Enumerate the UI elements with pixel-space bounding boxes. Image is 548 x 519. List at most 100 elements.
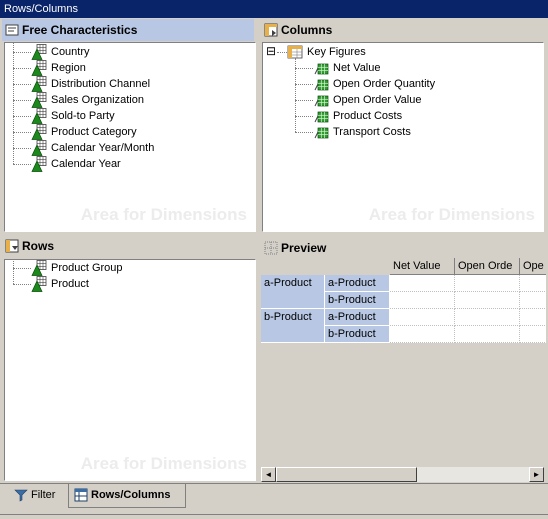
tree-connector <box>13 68 31 69</box>
tree-connector-vertical <box>13 43 14 164</box>
tree-connector <box>295 84 313 85</box>
tree-connector <box>13 100 31 101</box>
scroll-left-arrow-icon: ◄ <box>264 470 273 479</box>
preview-header: Preview <box>261 237 546 259</box>
tree-connector <box>13 132 31 133</box>
characteristics-icon <box>5 24 19 36</box>
tree-connector <box>295 100 313 101</box>
preview-data-cell[interactable] <box>390 326 455 343</box>
row-dimension-item-label: Product Group <box>51 262 123 274</box>
preview-data-cell[interactable] <box>520 326 546 343</box>
key-figure-icon <box>314 63 329 75</box>
preview-column-header: Open Orde <box>455 258 520 275</box>
rows-header: Rows <box>2 235 254 257</box>
tree-connector <box>295 132 313 133</box>
key-figure-icon <box>314 111 329 123</box>
key-figure-icon <box>314 79 329 91</box>
preview-data-cell[interactable] <box>520 275 546 292</box>
rows-area[interactable]: Product Group Product Area for Dimensions <box>4 259 256 481</box>
key-figure-item-label: Net Value <box>333 62 381 74</box>
characteristic-item-label: Sold-to Party <box>51 110 115 122</box>
tree-connector <box>13 52 31 53</box>
dimension-icon <box>31 140 47 156</box>
key-figure-item-label: Transport Costs <box>333 126 411 138</box>
columns-icon <box>264 23 278 37</box>
tree-connector-vertical <box>13 260 14 284</box>
columns-area[interactable]: ⊟ Key Figures Net Value Open Order Quantity… <box>262 42 544 232</box>
columns-header: Columns <box>261 19 546 41</box>
dimension-icon <box>31 92 47 108</box>
rows-icon <box>5 239 19 253</box>
characteristic-item-label: Distribution Channel <box>51 78 151 90</box>
preview-grid-icon <box>264 241 278 255</box>
tree-connector <box>295 116 313 117</box>
tree-connector <box>277 52 287 53</box>
free-characteristics-area[interactable]: Country Region Distribution Channel Sales O… <box>4 42 256 232</box>
preview-row-header: a-Product <box>325 309 390 326</box>
collapse-toggle[interactable]: ⊟ <box>265 45 277 57</box>
bottom-border <box>0 514 548 519</box>
characteristic-item-label: Calendar Year/Month <box>51 142 155 154</box>
scroll-right-arrow-icon: ► <box>532 470 541 479</box>
characteristic-item-label: Country <box>51 46 90 58</box>
scroll-right-button[interactable]: ► <box>529 467 544 482</box>
tree-connector <box>13 268 31 269</box>
tree-connector <box>295 68 313 69</box>
preview-row-header: b-Product <box>325 292 390 309</box>
preview-data-cell[interactable] <box>455 309 520 326</box>
tab-rows-columns[interactable]: Rows/Columns <box>68 484 186 508</box>
preview-row-group-header: b-Product <box>261 309 325 343</box>
preview-grid-area: Net Value Open Orde Ope a-Product a-Product b… <box>261 258 546 467</box>
key-figure-icon <box>314 127 329 139</box>
preview-data-cell[interactable] <box>455 292 520 309</box>
characteristic-item-label: Calendar Year <box>51 158 121 170</box>
preview-title: Preview <box>281 241 327 255</box>
preview-data-cell[interactable] <box>520 292 546 309</box>
row-dimension-item-label: Product <box>51 278 89 290</box>
tree-connector <box>13 84 31 85</box>
key-figure-item-label: Open Order Value <box>333 94 422 106</box>
tab-filter[interactable]: Filter <box>9 484 67 508</box>
tab-filter-label: Filter <box>31 489 56 501</box>
preview-data-cell[interactable] <box>455 326 520 343</box>
dimension-icon <box>31 44 47 60</box>
dimension-icon <box>31 124 47 140</box>
key-figure-item-label: Product Costs <box>333 110 403 122</box>
columns-title: Columns <box>281 23 333 37</box>
preview-row-group-header: a-Product <box>261 275 325 309</box>
key-figure-item-label: Open Order Quantity <box>333 78 436 90</box>
preview-data-cell[interactable] <box>520 309 546 326</box>
tree-connector <box>13 148 31 149</box>
dimension-icon <box>31 76 47 92</box>
tree-connector <box>13 284 31 285</box>
preview-data-cell[interactable] <box>455 275 520 292</box>
preview-horizontal-scrollbar[interactable]: ◄ ► <box>261 467 544 482</box>
key-figures-node-label: Key Figures <box>307 46 366 58</box>
preview-data-cell[interactable] <box>390 292 455 309</box>
tree-connector <box>13 164 31 165</box>
preview-data-cell[interactable] <box>390 275 455 292</box>
dimension-icon <box>31 108 47 124</box>
characteristic-item-label: Region <box>51 62 86 74</box>
table-icon <box>74 488 88 502</box>
free-characteristics-watermark: Area for Dimensions <box>80 205 247 224</box>
rows-watermark: Area for Dimensions <box>80 454 247 473</box>
preview-column-header: Ope <box>520 258 546 275</box>
funnel-icon <box>14 489 28 502</box>
free-characteristics-header: Free Characteristics <box>2 19 254 41</box>
columns-watermark: Area for Dimensions <box>368 205 535 224</box>
preview-row-header: a-Product <box>325 275 390 292</box>
scroll-thumb[interactable] <box>276 467 417 482</box>
tree-connector <box>13 116 31 117</box>
preview-data-cell[interactable] <box>390 309 455 326</box>
key-figure-icon <box>314 95 329 107</box>
window-title: Rows/Columns <box>0 0 548 18</box>
dimension-icon <box>31 156 47 172</box>
dimension-icon <box>31 60 47 76</box>
rows-title: Rows <box>22 239 55 253</box>
preview-column-header: Net Value <box>390 258 455 275</box>
scroll-left-button[interactable]: ◄ <box>261 467 276 482</box>
dimension-icon <box>31 260 47 276</box>
characteristic-item-label: Sales Organization <box>51 94 144 106</box>
tab-rows-columns-label: Rows/Columns <box>91 489 171 501</box>
